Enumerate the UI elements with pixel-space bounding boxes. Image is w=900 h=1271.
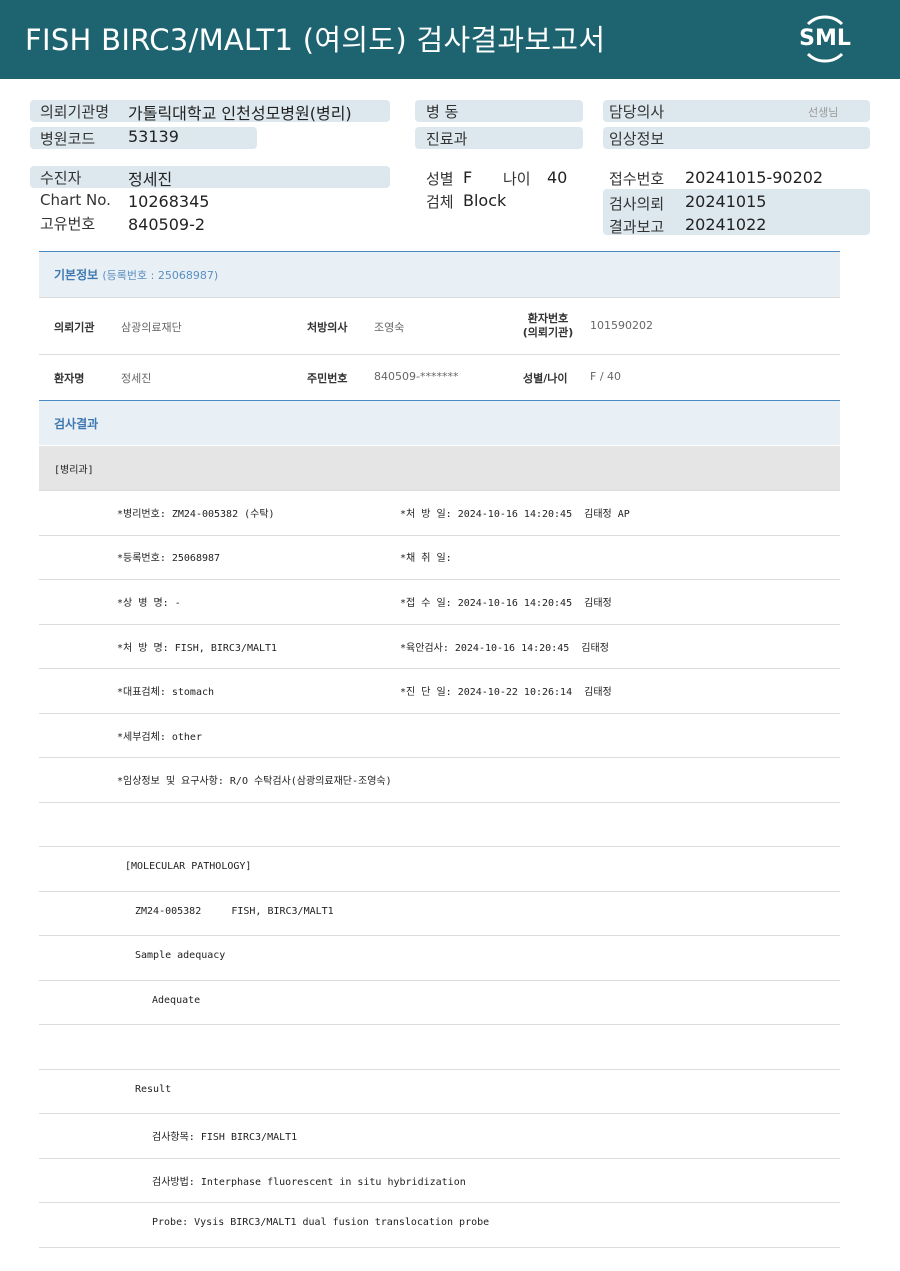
divider — [39, 668, 840, 669]
sml-logo: SML — [796, 10, 854, 68]
sex-age-th: 성별/나이 — [523, 372, 568, 385]
chart-label: Chart No. — [40, 191, 111, 209]
result-line-right: *처 방 일: 2024-10-16 14:20:45 김태정 AP — [400, 509, 630, 520]
request-date-label: 검사의뢰 — [609, 195, 665, 213]
hospital-code-label: 병원코드 — [40, 130, 96, 148]
result-line-right: *접 수 일: 2024-10-16 14:20:45 김태정 — [400, 598, 612, 609]
request-date-value: 20241015 — [685, 192, 767, 211]
result-line-left: *상 병 명: - — [117, 598, 181, 609]
logo-text: SML — [799, 26, 851, 51]
specimen-label: 검체 — [426, 193, 454, 211]
divider — [39, 1069, 840, 1070]
body-line: Sample adequacy — [135, 950, 226, 961]
unique-label: 고유번호 — [40, 215, 96, 233]
resident-no-th: 주민번호 — [307, 372, 348, 385]
patient-pill — [30, 166, 390, 188]
body-line: 검사항목: FISH BIRC3/MALT1 — [152, 1132, 298, 1143]
result-line-left: *등록번호: 25068987 — [117, 553, 221, 564]
divider — [39, 1247, 840, 1248]
results-header — [39, 401, 840, 445]
result-line-left: *세부검체: other — [117, 732, 202, 743]
basic-info-title: 기본정보 (등록번호 : 25068987) — [54, 268, 219, 282]
doctor-suffix: 선생님 — [808, 106, 839, 119]
body-line: ZM24-005382 FISH, BIRC3/MALT1 — [135, 906, 334, 917]
prescriber-td: 조영숙 — [374, 321, 405, 334]
result-line-right: *육안검사: 2024-10-16 14:20:45 김태정 — [400, 643, 609, 654]
report-title: FISH BIRC3/MALT1 (여의도) 검사결과보고서 — [25, 23, 606, 57]
body-line: Adequate — [152, 995, 201, 1006]
patient-no-th: 환자번호 (의뢰기관) — [522, 312, 574, 339]
result-line-left: *임상정보 및 요구사항: R/O 수탁검사(삼광의료재단-조영숙) — [117, 776, 392, 787]
divider — [39, 891, 840, 892]
registration-number: (등록번호 : 25068987) — [102, 269, 219, 282]
divider — [39, 624, 840, 625]
request-org-value: 가톨릭대학교 인천성모병원(병리) — [128, 104, 352, 123]
sex-value: F — [463, 168, 473, 187]
department-label: 진료과 — [426, 130, 468, 148]
report-date-value: 20241022 — [685, 215, 767, 234]
body-line: Probe: Vysis BIRC3/MALT1 dual fusion tra… — [152, 1217, 490, 1228]
clinical-info-label: 임상정보 — [609, 130, 665, 148]
divider — [39, 980, 840, 981]
divider — [39, 757, 840, 758]
report-header-banner: FISH BIRC3/MALT1 (여의도) 검사결과보고서 SML — [0, 0, 900, 79]
body-line: Result — [135, 1084, 172, 1095]
divider — [39, 579, 840, 580]
age-value: 40 — [547, 168, 568, 187]
request-org-td: 삼광의료재단 — [121, 321, 182, 334]
resident-no-td: 840509-******* — [374, 370, 459, 383]
sex-label: 성별 — [426, 170, 454, 188]
request-org-label: 의뢰기관명 — [40, 103, 110, 121]
dept-label: [병리과] — [54, 465, 94, 476]
chart-value: 10268345 — [128, 192, 210, 211]
age-label: 나이 — [503, 170, 531, 188]
divider — [39, 354, 840, 355]
divider — [39, 1202, 840, 1203]
request-org-th: 의뢰기관 — [54, 321, 95, 334]
result-line-right: *채 취 일: — [400, 553, 452, 564]
divider — [39, 1158, 840, 1159]
ward-label: 병 동 — [426, 103, 459, 121]
divider — [39, 535, 840, 536]
results-title: 검사결과 — [54, 417, 99, 431]
patient-no-td: 101590202 — [590, 319, 653, 332]
divider — [39, 802, 840, 803]
hospital-code-value: 53139 — [128, 127, 179, 146]
result-line-left: *병리번호: ZM24-005382 (수탁) — [117, 509, 275, 520]
receipt-value: 20241015-90202 — [685, 168, 824, 187]
divider — [39, 846, 840, 847]
divider — [39, 935, 840, 936]
patient-value: 정세진 — [128, 170, 173, 189]
divider — [39, 297, 840, 298]
receipt-label: 접수번호 — [609, 170, 665, 188]
patient-name-td: 정세진 — [121, 372, 152, 385]
specimen-value: Block — [463, 191, 507, 210]
body-line: 검사방법: Interphase fluorescent in situ hyb… — [152, 1177, 466, 1188]
divider — [39, 1113, 840, 1114]
patient-name-th: 환자명 — [54, 372, 85, 385]
doctor-label: 담당의사 — [609, 103, 665, 121]
dept-band — [39, 446, 840, 490]
result-line-left: *처 방 명: FISH, BIRC3/MALT1 — [117, 643, 278, 654]
patient-label: 수진자 — [40, 169, 82, 187]
divider — [39, 490, 840, 491]
result-line-right: *진 단 일: 2024-10-22 10:26:14 김태정 — [400, 687, 612, 698]
divider — [39, 1024, 840, 1025]
prescriber-th: 처방의사 — [307, 321, 348, 334]
report-date-label: 결과보고 — [609, 218, 665, 236]
result-line-left: *대표검체: stomach — [117, 687, 215, 698]
divider — [39, 713, 840, 714]
unique-value: 840509-2 — [128, 215, 206, 234]
sex-age-td: F / 40 — [590, 370, 622, 383]
body-line: [MOLECULAR PATHOLOGY] — [125, 861, 252, 872]
